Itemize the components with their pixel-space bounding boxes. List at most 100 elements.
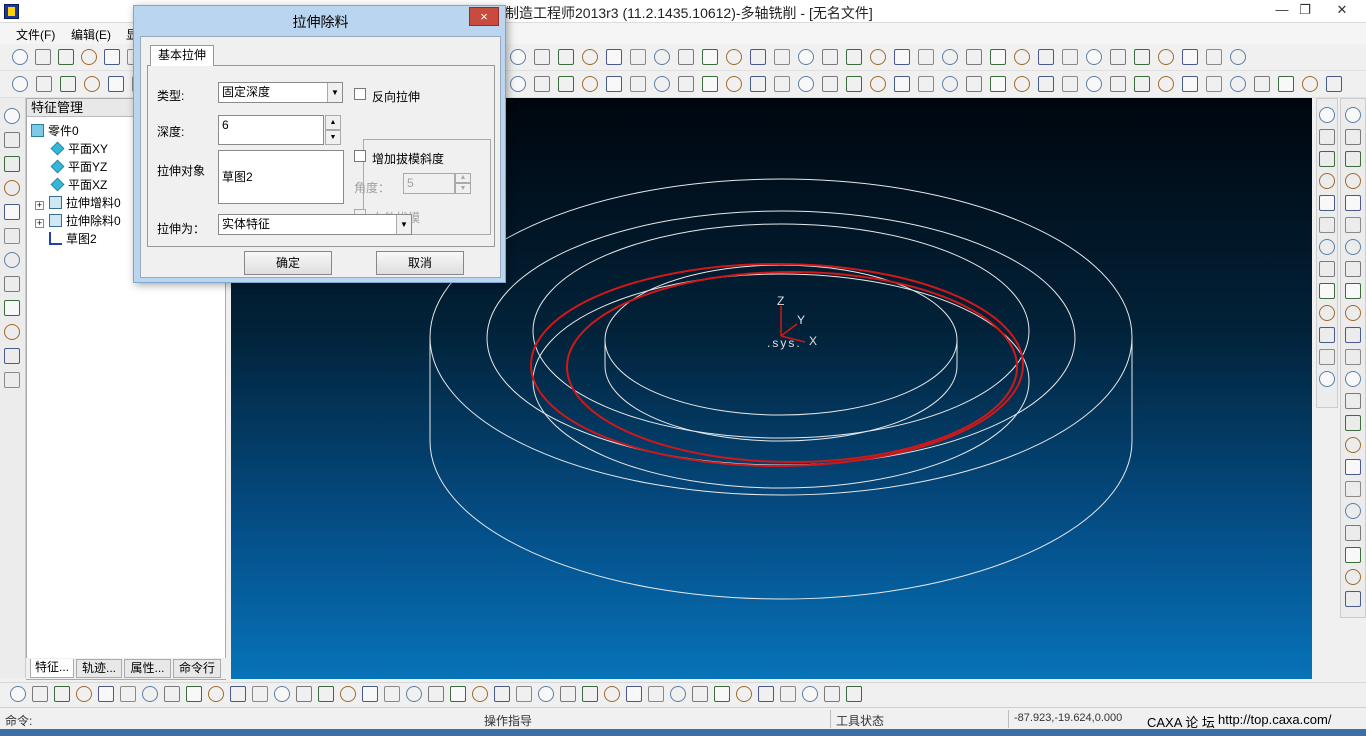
forum-url[interactable]: http://top.caxa.com/ [1218,712,1331,727]
toolbar-tool-icon[interactable] [678,76,694,92]
toolbar-tool-icon[interactable] [428,686,444,702]
toolbar-tool-icon[interactable] [1319,261,1335,277]
menu-file[interactable]: 文件(F) [16,26,55,43]
toolbar-tool-icon[interactable] [846,686,862,702]
cancel-button[interactable]: 取消 [376,251,464,275]
toolbar-tool-icon[interactable] [1302,76,1318,92]
toolbar-tool-icon[interactable] [1345,569,1361,585]
toolbar-tool-icon[interactable] [60,76,76,92]
tree-node-plane-xz[interactable]: 平面XZ [50,177,107,193]
toolbar-tool-icon[interactable] [1062,76,1078,92]
toolbar-tool-icon[interactable] [1345,261,1361,277]
toolbar-tool-icon[interactable] [340,686,356,702]
close-button[interactable]: ✕ [1322,0,1362,21]
toolbar-tool-icon[interactable] [76,686,92,702]
toolbar-tool-icon[interactable] [1158,49,1174,65]
tree-node-plane-xy[interactable]: 平面XY [50,141,108,157]
toolbar-tool-icon[interactable] [758,686,774,702]
toolbar-tool-icon[interactable] [604,686,620,702]
toolbar-tool-icon[interactable] [582,76,598,92]
toolbar-tool-icon[interactable] [726,49,742,65]
toolbar-tool-icon[interactable] [4,132,20,148]
toolbar-tool-icon[interactable] [1062,49,1078,65]
expand-toggle-extrude-cut[interactable]: + [35,219,44,228]
toolbar-tool-icon[interactable] [1230,49,1246,65]
expand-toggle-extrude-add[interactable]: + [35,201,44,210]
toolbar-tool-icon[interactable] [714,686,730,702]
toolbar-tool-icon[interactable] [774,76,790,92]
toolbar-tool-icon[interactable] [798,76,814,92]
toolbar-tool-icon[interactable] [472,686,488,702]
toolbar-tool-icon[interactable] [58,49,74,65]
toolbar-tool-icon[interactable] [1345,371,1361,387]
toolbar-tool-icon[interactable] [1345,283,1361,299]
tree-node-plane-yz[interactable]: 平面YZ [50,159,107,175]
toolbar-tool-icon[interactable] [1014,49,1030,65]
app-logo-icon[interactable] [4,4,19,19]
toolbar-tool-icon[interactable] [990,76,1006,92]
toolbar-tool-icon[interactable] [822,49,838,65]
toolbar-tool-icon[interactable] [1086,49,1102,65]
toolbar-tool-icon[interactable] [802,686,818,702]
toolbar-tool-icon[interactable] [142,686,158,702]
toolbar-tool-icon[interactable] [1278,76,1294,92]
toolbar-tool-icon[interactable] [1345,503,1361,519]
toolbar-tool-icon[interactable] [84,76,100,92]
toolbar-tool-icon[interactable] [824,686,840,702]
menu-edit[interactable]: 编辑(E) [71,26,111,43]
toolbar-tool-icon[interactable] [870,76,886,92]
toolbar-tool-icon[interactable] [1158,76,1174,92]
toolbar-tool-icon[interactable] [4,300,20,316]
toolbar-tool-icon[interactable] [384,686,400,702]
toolbar-tool-icon[interactable] [1319,129,1335,145]
toolbar-tool-icon[interactable] [870,49,886,65]
toolbar-tool-icon[interactable] [558,76,574,92]
toolbar-tool-icon[interactable] [846,76,862,92]
toolbar-tool-icon[interactable] [726,76,742,92]
toolbar-tool-icon[interactable] [534,76,550,92]
toolbar-tool-icon[interactable] [1319,349,1335,365]
toolbar-tool-icon[interactable] [654,76,670,92]
toolbar-tool-icon[interactable] [1038,76,1054,92]
toolbar-tool-icon[interactable] [558,49,574,65]
toolbar-tool-icon[interactable] [1326,76,1342,92]
toolbar-tool-icon[interactable] [780,686,796,702]
toolbar-tool-icon[interactable] [1345,173,1361,189]
toolbar-tool-icon[interactable] [1086,76,1102,92]
toolbar-tool-icon[interactable] [296,686,312,702]
toolbar-tool-icon[interactable] [1134,49,1150,65]
toolbar-tool-icon[interactable] [918,49,934,65]
toolbar-tool-icon[interactable] [582,686,598,702]
restore-button[interactable]: ❐ [1290,0,1320,21]
angle-spin-up[interactable]: ▲ [455,173,471,183]
toolbar-tool-icon[interactable] [822,76,838,92]
toolbar-tool-icon[interactable] [702,49,718,65]
toolbar-tool-icon[interactable] [670,686,686,702]
toolbar-tool-icon[interactable] [208,686,224,702]
tab-basic-extrude[interactable]: 基本拉伸 [150,45,214,66]
object-list[interactable]: 草图2 [218,150,344,204]
toolbar-tool-icon[interactable] [1345,195,1361,211]
toolbar-tool-icon[interactable] [252,686,268,702]
toolbar-tool-icon[interactable] [606,76,622,92]
toolbar-tool-icon[interactable] [274,686,290,702]
toolbar-tool-icon[interactable] [1319,305,1335,321]
toolbar-tool-icon[interactable] [1345,239,1361,255]
toolbar-tool-icon[interactable] [918,76,934,92]
reverse-extrude-checkbox[interactable] [354,88,366,100]
toolbar-tool-icon[interactable] [966,49,982,65]
toolbar-tool-icon[interactable] [1345,305,1361,321]
toolbar-tool-icon[interactable] [4,348,20,364]
toolbar-tool-icon[interactable] [1319,371,1335,387]
depth-input[interactable]: 6 [218,115,324,145]
toolbar-tool-icon[interactable] [560,686,576,702]
toolbar-tool-icon[interactable] [626,686,642,702]
toolbar-tool-icon[interactable] [494,686,510,702]
toolbar-tool-icon[interactable] [12,76,28,92]
toolbar-tool-icon[interactable] [702,76,718,92]
toolbar-tool-icon[interactable] [54,686,70,702]
toolbar-tool-icon[interactable] [1319,239,1335,255]
toolbar-tool-icon[interactable] [4,108,20,124]
toolbar-tool-icon[interactable] [894,49,910,65]
tab-properties[interactable]: 属性... [124,659,171,678]
